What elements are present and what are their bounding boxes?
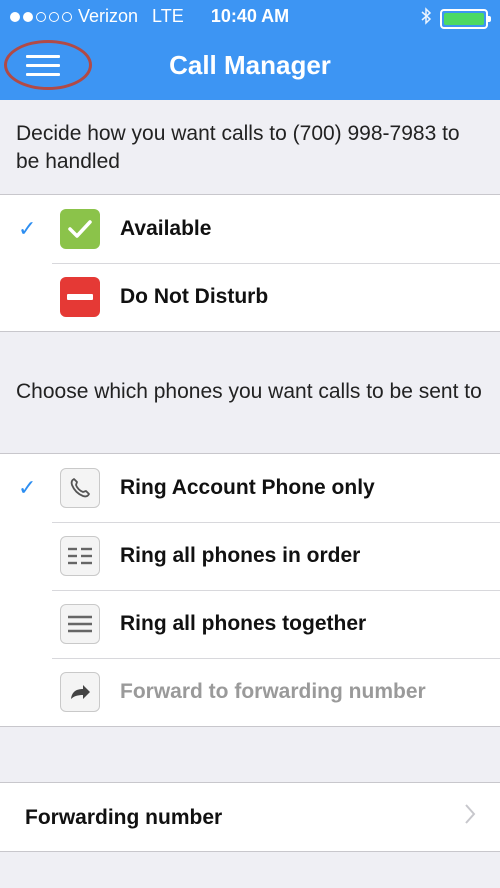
green-check-icon [60,209,100,249]
option-do-not-disturb[interactable]: Do Not Disturb [0,263,500,331]
bluetooth-icon [420,7,432,30]
option-ring-account-phone[interactable]: ✓ Ring Account Phone only [0,454,500,522]
option-available[interactable]: ✓ Available [0,195,500,263]
option-forward[interactable]: Forward to forwarding number [0,658,500,726]
option-label: Ring all phones together [120,612,367,635]
availability-prompt: Decide how you want calls to (700) 998-7… [16,122,460,173]
list-icon [60,604,100,644]
battery-icon [440,8,491,29]
checkmark-icon: ✓ [18,475,37,500]
ordered-list-icon [60,536,100,576]
phone-handset-icon [60,468,100,508]
status-bar: Verizon LTE 10:40 AM [0,0,500,34]
routing-prompt: Choose which phones you want calls to be… [16,380,482,403]
option-label: Available [120,217,212,240]
option-label: Ring Account Phone only [120,476,375,499]
red-minus-icon [60,277,100,317]
availability-group: ✓ Available Do Not Disturb [0,194,500,332]
forwarding-number-row[interactable]: Forwarding number [0,783,500,851]
app-header: Verizon LTE 10:40 AM Call Manager [0,0,500,100]
option-label: Forward to forwarding number [120,680,426,703]
forward-arrow-icon [60,672,100,712]
page-title: Call Manager [169,50,331,80]
chevron-right-icon [464,803,476,830]
routing-group: ✓ Ring Account Phone only Ring all phone… [0,453,500,727]
option-label: Ring all phones in order [120,544,361,567]
forwarding-number-label: Forwarding number [25,806,223,829]
option-label: Do Not Disturb [120,285,269,308]
checkmark-icon: ✓ [18,216,37,241]
forwarding-group: Forwarding number [0,782,500,852]
option-ring-in-order[interactable]: Ring all phones in order [0,522,500,590]
option-ring-together[interactable]: Ring all phones together [0,590,500,658]
